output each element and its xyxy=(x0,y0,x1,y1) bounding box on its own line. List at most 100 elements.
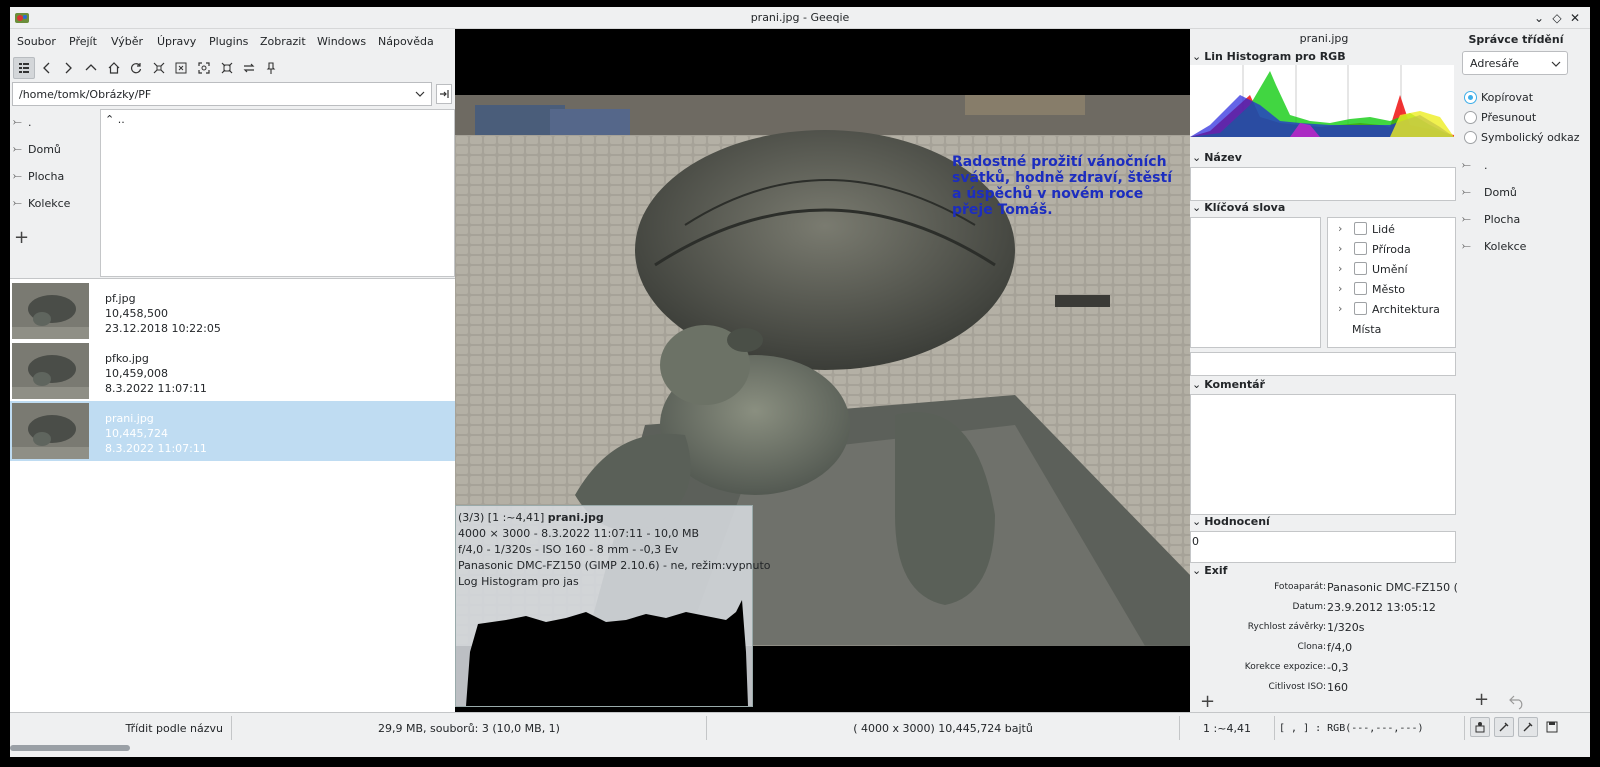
pin-icon[interactable] xyxy=(260,57,282,79)
comment-field[interactable] xyxy=(1190,394,1456,515)
folder-summary: 29,9 MB, souborů: 3 (10,0 MB, 1) xyxy=(232,716,707,740)
file-list: pf.jpg 10,458,500 23.12.2018 10:22:05 pf… xyxy=(10,278,455,734)
file-size: 10,445,724 xyxy=(105,427,168,440)
zoom-fit-icon[interactable] xyxy=(193,57,215,79)
exif-row: Citlivost ISO: 160 xyxy=(1268,681,1348,694)
path-input[interactable]: /home/tomk/Obrázky/PF xyxy=(12,82,432,106)
bookmark-item[interactable]: ⤚ Plocha xyxy=(10,167,99,187)
chevron-down-icon: ⌄ xyxy=(1192,201,1202,214)
menu-upravy[interactable]: Úpravy xyxy=(157,35,196,48)
bookmark-arrow-icon: ⤚ xyxy=(13,196,22,209)
save-button[interactable] xyxy=(1542,717,1562,737)
title-field[interactable] xyxy=(1190,167,1456,201)
up-icon[interactable] xyxy=(80,57,102,79)
add-info-icon[interactable]: + xyxy=(1200,691,1215,712)
path-bar: /home/tomk/Obrázky/PF xyxy=(12,82,452,106)
menu-zobrazit[interactable]: Zobrazit xyxy=(260,35,306,48)
bookmark-item[interactable]: ⤚ Domů xyxy=(10,140,99,160)
add-target-icon[interactable]: + xyxy=(1474,689,1489,710)
menu-vyber[interactable]: Výběr xyxy=(111,35,143,48)
zoom-out-icon[interactable] xyxy=(170,57,192,79)
floppy-icon xyxy=(1546,721,1558,733)
osd-filename: prani.jpg xyxy=(547,511,604,524)
bookmark-arrow-icon: ⤚ xyxy=(13,115,22,128)
image-dimensions: ( 4000 x 3000) 10,445,724 bajtů xyxy=(707,716,1180,740)
go-to-path-button[interactable] xyxy=(436,84,452,104)
menu-prejit[interactable]: Přejít xyxy=(69,35,97,48)
menu-plugins[interactable]: Plugins xyxy=(209,35,248,48)
info-filename: prani.jpg xyxy=(1299,32,1349,45)
minimize-button[interactable]: ⌄ xyxy=(1530,9,1548,27)
color-picker-button[interactable] xyxy=(1494,717,1514,737)
section-histogram[interactable]: ⌄ Lin Histogram pro RGB xyxy=(1192,50,1346,63)
thumbnail xyxy=(12,283,89,339)
image-view[interactable]: Radostné prožití vánočních svátků, hodně… xyxy=(455,29,1190,712)
file-row[interactable]: pfko.jpg 10,459,008 8.3.2022 11:07:11 xyxy=(10,341,455,401)
chevron-down-icon[interactable] xyxy=(414,88,426,100)
keyword-checkbox[interactable] xyxy=(1354,242,1367,255)
bookmark-arrow-icon: ⤚ xyxy=(1462,239,1471,252)
scrollbar-thumb[interactable] xyxy=(10,745,130,751)
file-info: pf.jpg 10,458,500 23.12.2018 10:22:05 xyxy=(105,291,221,336)
undo-icon[interactable] xyxy=(1508,692,1526,710)
toolbar xyxy=(10,54,455,82)
file-row[interactable]: pf.jpg 10,458,500 23.12.2018 10:22:05 xyxy=(10,281,455,341)
section-keywords[interactable]: ⌄ Klíčová slova xyxy=(1192,201,1285,214)
chevron-down-icon: ⌄ xyxy=(1192,151,1202,164)
file-date: 8.3.2022 11:07:11 xyxy=(105,382,207,395)
sort-manager-title: Správce třídění xyxy=(1468,33,1564,46)
back-icon[interactable] xyxy=(36,57,58,79)
bookmark-item[interactable]: ⤚. xyxy=(10,113,99,133)
eyedropper-button[interactable] xyxy=(1518,717,1538,737)
sort-by-name-button[interactable]: Třídit podle názvu xyxy=(10,716,232,740)
refresh-icon[interactable] xyxy=(125,57,147,79)
person-icon xyxy=(1475,722,1485,733)
keyword-entry[interactable] xyxy=(1190,352,1456,376)
section-comment[interactable]: ⌄ Komentář xyxy=(1192,378,1265,391)
bookmark-item[interactable]: ⤚ Kolekce xyxy=(10,194,99,214)
directory-list: ⌃ .. xyxy=(100,109,455,277)
greeting-overlay: Radostné prožití vánočních svátků, hodně… xyxy=(952,154,1172,218)
zoom-100-icon[interactable] xyxy=(216,57,238,79)
forward-icon[interactable] xyxy=(57,57,79,79)
section-rating[interactable]: ⌄ Hodnocení xyxy=(1192,515,1270,528)
horizontal-scrollbar[interactable] xyxy=(10,742,1590,757)
section-exif[interactable]: ⌄ Exif xyxy=(1192,564,1227,577)
keyword-checkbox[interactable] xyxy=(1354,302,1367,315)
file-row-selected[interactable]: prani.jpg 10,445,724 8.3.2022 11:07:11 xyxy=(10,401,455,461)
exif-row: Rychlost závěrky: 1/320s xyxy=(1247,621,1365,634)
chevron-right-icon: › xyxy=(1338,262,1343,275)
menu-napoveda[interactable]: Nápověda xyxy=(378,35,434,48)
keywords-field[interactable] xyxy=(1190,217,1321,348)
left-pane: Soubor Přejít Výběr Úpravy Plugins Zobra… xyxy=(10,29,455,734)
home-icon[interactable] xyxy=(103,57,125,79)
keyword-checkbox[interactable] xyxy=(1354,282,1367,295)
thumbnail xyxy=(12,343,89,399)
file-info: prani.jpg 10,445,724 8.3.2022 11:07:11 xyxy=(105,411,207,456)
print-button[interactable] xyxy=(1470,717,1490,737)
list-view-icon[interactable] xyxy=(13,57,35,79)
close-button[interactable]: ✕ xyxy=(1566,9,1584,27)
maximize-button[interactable]: ◇ xyxy=(1548,9,1566,27)
menu-windows[interactable]: Windows xyxy=(317,35,366,48)
dir-item-parent[interactable]: ⌃ .. xyxy=(105,113,125,126)
zoom-in-icon[interactable] xyxy=(148,57,170,79)
pipette-icon xyxy=(1499,722,1509,732)
bookmark-arrow-icon: ⤚ xyxy=(1462,212,1471,225)
chevron-right-icon: › xyxy=(1338,242,1343,255)
sort-mode-select[interactable]: Adresáře xyxy=(1462,51,1568,75)
exif-row: Datum: 23.9.2012 13:05:12 xyxy=(1292,601,1436,614)
chevron-right-icon: › xyxy=(1338,302,1343,315)
keyword-checkbox[interactable] xyxy=(1354,262,1367,275)
file-date: 8.3.2022 11:07:11 xyxy=(105,442,207,455)
menu-soubor[interactable]: Soubor xyxy=(17,35,56,48)
swap-icon[interactable] xyxy=(238,57,260,79)
chevron-down-icon: ⌄ xyxy=(1192,564,1202,577)
keyword-checkbox[interactable] xyxy=(1354,222,1367,235)
sort-manager: Správce třídění Adresáře Kopírovat Přesu… xyxy=(1458,29,1590,712)
add-bookmark-icon[interactable]: + xyxy=(14,227,29,248)
menu-bar: Soubor Přejít Výběr Úpravy Plugins Zobra… xyxy=(10,29,455,54)
keyword-tree: › Lidé › Příroda › Umění › Město › Architektu… xyxy=(1327,217,1456,348)
section-nazev[interactable]: ⌄ Název xyxy=(1192,151,1242,164)
rating-field[interactable]: 0 xyxy=(1190,531,1456,563)
